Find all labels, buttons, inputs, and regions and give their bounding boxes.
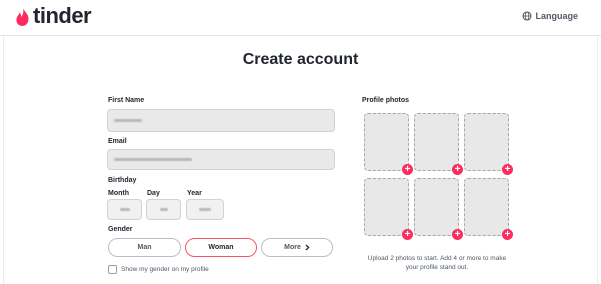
frame-divider — [3, 36, 4, 284]
photo-slot[interactable]: + — [464, 113, 513, 175]
redacted-value — [199, 208, 211, 211]
photo-slot[interactable]: + — [414, 178, 463, 240]
logo-text: tinder — [33, 3, 92, 28]
gender-option-label: Woman — [208, 244, 234, 251]
plus-icon[interactable]: + — [402, 229, 413, 240]
show-gender-label: Show my gender on my profile — [121, 266, 209, 273]
email-field[interactable] — [107, 149, 335, 170]
email-label: Email — [108, 138, 127, 145]
show-gender-checkbox[interactable] — [108, 265, 117, 274]
gender-woman-button[interactable]: Woman — [185, 238, 257, 257]
globe-icon — [522, 11, 533, 21]
month-label: Month — [108, 190, 129, 197]
birth-month-field[interactable] — [107, 199, 142, 220]
redacted-value — [114, 158, 192, 161]
redacted-value — [114, 119, 142, 122]
tinder-logo[interactable]: tinder — [14, 3, 92, 28]
redacted-value — [159, 208, 168, 211]
plus-icon[interactable]: + — [402, 164, 413, 175]
plus-icon[interactable]: + — [502, 164, 513, 175]
plus-icon[interactable]: + — [452, 229, 463, 240]
day-label: Day — [147, 190, 160, 197]
chevron-right-icon — [305, 244, 310, 251]
language-label: Language — [535, 11, 578, 21]
photo-upload-note: Upload 2 photos to start. Add 4 or more … — [367, 255, 507, 271]
frame-divider — [597, 36, 598, 284]
photo-slot[interactable]: + — [364, 113, 413, 175]
gender-option-label: Man — [137, 244, 152, 251]
plus-icon[interactable]: + — [452, 164, 463, 175]
top-bar: tinder Language — [0, 0, 601, 36]
photo-slot[interactable]: + — [464, 178, 513, 240]
profile-photos-label: Profile photos — [362, 97, 410, 104]
plus-icon[interactable]: + — [502, 229, 513, 240]
birthday-label: Birthday — [108, 177, 137, 184]
birth-day-field[interactable] — [146, 199, 181, 220]
gender-option-label: More — [284, 244, 301, 251]
page-title: Create account — [242, 51, 359, 68]
gender-man-button[interactable]: Man — [108, 238, 181, 257]
photo-slot[interactable]: + — [414, 113, 463, 175]
first-name-field[interactable] — [107, 109, 335, 132]
year-label: Year — [187, 190, 202, 197]
photo-slot[interactable]: + — [364, 178, 413, 240]
language-button[interactable]: Language — [522, 11, 578, 21]
birth-year-field[interactable] — [186, 199, 224, 220]
first-name-label: First Name — [108, 97, 145, 104]
gender-more-button[interactable]: More — [261, 238, 333, 257]
redacted-value — [119, 208, 130, 211]
flame-icon — [16, 6, 29, 26]
gender-label: Gender — [108, 226, 133, 233]
